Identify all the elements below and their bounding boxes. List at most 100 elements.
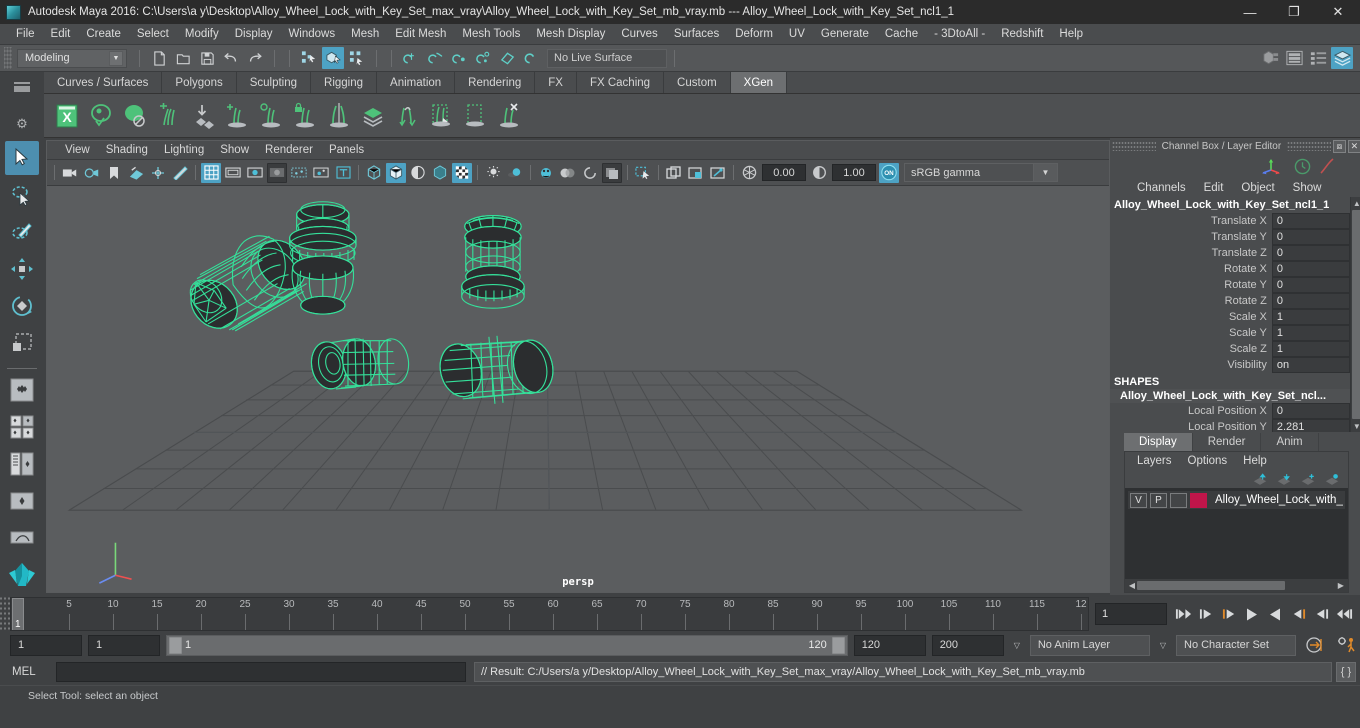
- snap-to-point-icon[interactable]: [448, 47, 470, 69]
- gamma-field[interactable]: 1.00: [832, 164, 876, 181]
- channel-label[interactable]: Scale Z: [1110, 341, 1272, 357]
- snap-to-projected-center-icon[interactable]: [472, 47, 494, 69]
- make-live-icon[interactable]: [520, 47, 542, 69]
- xgen-guide-visibility-icon[interactable]: [256, 98, 286, 134]
- animation-start-time-field[interactable]: 1: [10, 634, 82, 656]
- image-plane-icon[interactable]: [126, 163, 146, 183]
- clock-icon[interactable]: [1294, 158, 1311, 175]
- layer-editor-tab-anim[interactable]: Anim: [1261, 433, 1319, 451]
- layer-menu-help[interactable]: Help: [1235, 455, 1275, 467]
- shelf-tab-rigging[interactable]: Rigging: [311, 72, 378, 93]
- current-frame-field[interactable]: 1: [1095, 603, 1167, 625]
- undo-icon[interactable]: [220, 47, 242, 69]
- channel-label[interactable]: Rotate Y: [1110, 277, 1272, 293]
- close-button[interactable]: ✕: [1316, 0, 1360, 24]
- panel-grip[interactable]: [1112, 141, 1156, 151]
- menu-item-file[interactable]: File: [8, 24, 43, 45]
- menu-item-3dtoall[interactable]: - 3DtoAll -: [926, 24, 993, 45]
- menu-item-select[interactable]: Select: [129, 24, 177, 45]
- xray-mode-icon[interactable]: [664, 163, 684, 183]
- use-default-material-icon[interactable]: [430, 163, 450, 183]
- shelf-options-gear-icon[interactable]: ⚙: [16, 116, 28, 132]
- color-profile-field[interactable]: sRGB gamma: [904, 163, 1034, 182]
- menu-item-windows[interactable]: Windows: [280, 24, 343, 45]
- layout-single-perspective-button[interactable]: [5, 374, 39, 408]
- maximize-button[interactable]: ❐: [1272, 0, 1316, 24]
- scroll-left-icon[interactable]: ◀: [1127, 581, 1137, 590]
- animation-preferences-button[interactable]: [1334, 636, 1360, 654]
- create-layer-from-selected-icon[interactable]: [1324, 473, 1340, 486]
- multisample-aa-icon[interactable]: [580, 163, 600, 183]
- menu-item-display[interactable]: Display: [227, 24, 281, 45]
- layout-four-view-button[interactable]: [5, 410, 39, 444]
- menu-item-edit-mesh[interactable]: Edit Mesh: [387, 24, 454, 45]
- isolate-select-icon[interactable]: [633, 163, 653, 183]
- channel-label[interactable]: Scale Y: [1110, 325, 1272, 341]
- channel-value-field[interactable]: 0: [1271, 261, 1350, 277]
- menu-item-edit[interactable]: Edit: [43, 24, 79, 45]
- step-forward-key-button[interactable]: [1311, 603, 1331, 625]
- shelf-tab-rendering[interactable]: Rendering: [455, 72, 536, 93]
- select-by-component-type-icon[interactable]: [346, 47, 368, 69]
- range-slider[interactable]: 1 120: [166, 634, 848, 656]
- channel-label[interactable]: Rotate Z: [1110, 293, 1272, 309]
- menu-item-deform[interactable]: Deform: [727, 24, 781, 45]
- channel-label[interactable]: Local Position X: [1110, 403, 1272, 419]
- layer-list-horizontal-scrollbar[interactable]: ◀ ▶: [1125, 579, 1348, 592]
- xgen-region-box-icon[interactable]: [460, 98, 490, 134]
- textured-mode-icon[interactable]: [452, 162, 472, 183]
- shelf-menu-icon[interactable]: [14, 82, 30, 92]
- play-backwards-button[interactable]: [1242, 603, 1262, 625]
- viewport-menu-panels[interactable]: Panels: [321, 144, 372, 156]
- live-surface-field[interactable]: No Live Surface: [547, 48, 667, 68]
- channel-value-field[interactable]: 1: [1271, 341, 1350, 357]
- anim-layer-selector[interactable]: No Anim Layer: [1029, 634, 1150, 656]
- gate-mask-icon[interactable]: [267, 162, 287, 183]
- viewport-3d-canvas[interactable]: persp: [47, 186, 1109, 592]
- menu-item-help[interactable]: Help: [1051, 24, 1091, 45]
- xgen-layers-icon[interactable]: [358, 98, 388, 134]
- rotate-tool-button[interactable]: [5, 289, 39, 323]
- resolution-gate-icon[interactable]: [245, 163, 265, 183]
- character-set-chevron-down-icon[interactable]: ▽: [1156, 641, 1170, 650]
- go-to-start-button[interactable]: [1173, 603, 1193, 625]
- new-scene-icon[interactable]: [148, 47, 170, 69]
- panel-grip[interactable]: [1287, 141, 1331, 151]
- shelf-tab-fx[interactable]: FX: [535, 72, 577, 93]
- channel-value-field[interactable]: 0: [1271, 403, 1350, 419]
- smooth-shade-all-icon[interactable]: [386, 162, 406, 183]
- scroll-up-icon[interactable]: ▲: [1353, 197, 1360, 209]
- move-layer-down-icon[interactable]: [1276, 473, 1292, 486]
- auto-keyframe-toggle[interactable]: [1302, 636, 1328, 654]
- time-slider[interactable]: 1 5 10 15 20 25 30 35 40 45 50 55 60 65 70 75 80 85 90 95 1…: [10, 597, 1089, 631]
- color-management-toggle[interactable]: ON: [879, 162, 899, 183]
- layer-color-swatch[interactable]: [1190, 492, 1207, 508]
- command-language-label[interactable]: MEL: [12, 666, 56, 678]
- channel-value-field[interactable]: 1: [1271, 309, 1350, 325]
- camera-attributes-icon[interactable]: [82, 163, 102, 183]
- menu-set-selector[interactable]: Modeling ▼: [17, 48, 127, 68]
- xgen-lock-guide-icon[interactable]: [290, 98, 320, 134]
- menu-item-cache[interactable]: Cache: [877, 24, 926, 45]
- layer-editor-tab-render[interactable]: Render: [1192, 433, 1262, 451]
- channel-box-menu-show[interactable]: Show: [1284, 182, 1331, 194]
- color-profile-chevron-down-icon[interactable]: ▼: [1034, 163, 1058, 182]
- menu-item-mesh-tools[interactable]: Mesh Tools: [454, 24, 528, 45]
- depth-of-field-icon[interactable]: [602, 162, 622, 183]
- close-panel-icon[interactable]: ✕: [1347, 139, 1360, 153]
- snap-to-grid-icon[interactable]: [400, 47, 422, 69]
- channel-value-field[interactable]: 0: [1271, 293, 1350, 309]
- viewport-menu-view[interactable]: View: [57, 144, 98, 156]
- go-to-end-button[interactable]: [1334, 603, 1354, 625]
- xray-joints-icon[interactable]: [311, 163, 331, 183]
- select-by-object-type-icon[interactable]: [322, 47, 344, 69]
- grid-display-icon[interactable]: [201, 162, 221, 183]
- menu-item-generate[interactable]: Generate: [813, 24, 877, 45]
- channel-label[interactable]: Translate Y: [1110, 229, 1272, 245]
- lasso-tool-button[interactable]: [5, 178, 39, 212]
- show-hide-modeling-toolkit-icon[interactable]: [1259, 47, 1281, 69]
- viewport-menu-shading[interactable]: Shading: [98, 144, 156, 156]
- film-gate-icon[interactable]: [223, 163, 243, 183]
- shelf-tab-custom[interactable]: Custom: [664, 72, 731, 93]
- channel-label[interactable]: Translate X: [1110, 213, 1272, 229]
